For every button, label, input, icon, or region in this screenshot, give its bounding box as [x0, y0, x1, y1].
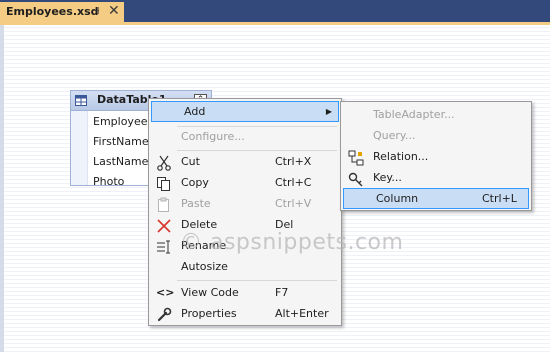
menu-item-copy[interactable]: Copy Ctrl+C [149, 173, 341, 194]
menu-item-shortcut: Ctrl+L [482, 192, 517, 205]
menu-item-configure[interactable]: Configure... [149, 127, 341, 148]
menu-item-label: View Code [181, 286, 239, 299]
submenu-item-query[interactable]: Query... [341, 126, 531, 147]
menu-item-label: Cut [181, 155, 200, 168]
table-icon [75, 95, 87, 106]
menu-item-shortcut: F7 [275, 286, 289, 299]
tab-underline [0, 22, 550, 25]
datatable-column[interactable]: Photo [93, 175, 124, 188]
code-icon: <> [156, 286, 175, 299]
menu-item-label: Configure... [181, 130, 245, 143]
copy-icon [157, 177, 170, 191]
menu-item-paste[interactable]: Paste Ctrl+V [149, 194, 341, 215]
watermark-text: © aspsnippets.com [180, 230, 404, 255]
menu-separator [177, 150, 337, 151]
submenu-arrow-icon: ▶ [325, 107, 332, 116]
menu-item-label: Autosize [181, 260, 228, 273]
menu-item-cut[interactable]: Cut Ctrl+X [149, 152, 341, 173]
document-tab-employees[interactable]: Employees.xsd ⊣ ✕ [0, 2, 124, 22]
menu-item-label: Relation... [373, 150, 429, 163]
menu-item-label: Key... [373, 171, 402, 184]
submenu-item-key[interactable]: Key... [341, 168, 531, 189]
context-menu: Add ▶ Configure... Cut Ctrl+X Copy Ctrl+… [148, 98, 342, 326]
menu-item-label: Paste [181, 197, 211, 210]
menu-item-shortcut: Alt+Enter [275, 307, 329, 320]
menu-item-label: TableAdapter... [373, 108, 455, 121]
datatable-column[interactable]: LastName [93, 155, 148, 168]
delete-icon [157, 219, 171, 233]
menu-item-autosize[interactable]: Autosize [149, 257, 341, 278]
menu-item-shortcut: Ctrl+V [275, 197, 312, 210]
datatable-column[interactable]: FirstName [93, 135, 149, 148]
menu-item-label: Copy [181, 176, 209, 189]
menu-item-label: Column [376, 192, 419, 205]
designer-left-edge [0, 25, 4, 352]
submenu-item-column[interactable]: Column Ctrl+L [343, 188, 529, 209]
menu-item-shortcut: Ctrl+C [275, 176, 312, 189]
datatable-row-gutter [71, 111, 88, 185]
menu-item-view-code[interactable]: <> View Code F7 [149, 283, 341, 304]
menu-item-add[interactable]: Add ▶ [151, 101, 339, 122]
wrench-icon [157, 307, 172, 322]
relation-icon [348, 150, 364, 166]
scissors-icon [157, 155, 171, 171]
menu-item-label: Add [184, 105, 206, 118]
menu-item-properties[interactable]: Properties Alt+Enter [149, 304, 341, 325]
paste-icon [158, 197, 169, 212]
submenu-item-relation[interactable]: Relation... [341, 147, 531, 168]
rename-icon [157, 240, 170, 254]
close-icon[interactable]: ✕ [108, 3, 120, 19]
menu-item-label: Properties [181, 307, 237, 320]
add-submenu: TableAdapter... Query... Relation... Key… [340, 101, 532, 211]
pin-icon[interactable]: ⊣ [91, 6, 100, 17]
document-tab-title: Employees.xsd [6, 5, 99, 18]
key-icon [348, 172, 363, 187]
menu-item-label: Query... [373, 129, 416, 142]
menu-item-shortcut: Ctrl+X [275, 155, 312, 168]
menu-separator [177, 280, 337, 281]
submenu-item-tableadapter[interactable]: TableAdapter... [341, 105, 531, 126]
